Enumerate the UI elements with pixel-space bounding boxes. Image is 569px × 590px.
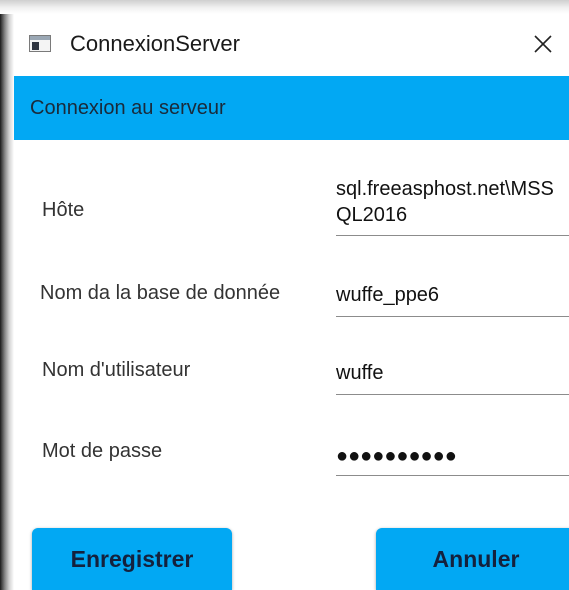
close-button[interactable] <box>517 14 569 74</box>
title-bar[interactable]: ConnexionServer <box>14 14 569 74</box>
password-field[interactable]: ●●●●●●●●●● <box>336 440 569 476</box>
host-field[interactable]: sql.freeasphost.net\MSSQL2016 <box>336 176 569 236</box>
window-shadow-top <box>0 0 569 14</box>
header-title: Connexion au serveur <box>30 97 226 119</box>
header-band: Connexion au serveur <box>14 76 569 140</box>
app-icon-bar <box>30 36 50 40</box>
close-icon <box>534 35 552 53</box>
cancel-button[interactable]: Annuler <box>376 528 569 590</box>
database-label: Nom da la base de donnée <box>40 282 281 304</box>
database-field[interactable] <box>336 284 569 317</box>
connexion-server-window: ConnexionServer Connexion au serveur Hôt… <box>0 0 569 590</box>
database-input[interactable] <box>336 284 569 307</box>
host-label: Hôte <box>42 199 85 221</box>
host-value[interactable]: sql.freeasphost.net\MSSQL2016 <box>336 176 568 228</box>
app-window-icon <box>29 35 51 52</box>
username-input[interactable] <box>336 362 569 385</box>
password-input[interactable]: ●●●●●●●●●● <box>336 440 569 469</box>
password-label: Mot de passe <box>42 440 163 462</box>
window-title: ConnexionServer <box>70 31 240 56</box>
app-icon-pane <box>32 42 39 50</box>
username-label: Nom d'utilisateur <box>42 359 191 381</box>
save-button[interactable]: Enregistrer <box>32 528 232 590</box>
username-field[interactable] <box>336 362 569 395</box>
window-shadow-left <box>0 0 14 590</box>
